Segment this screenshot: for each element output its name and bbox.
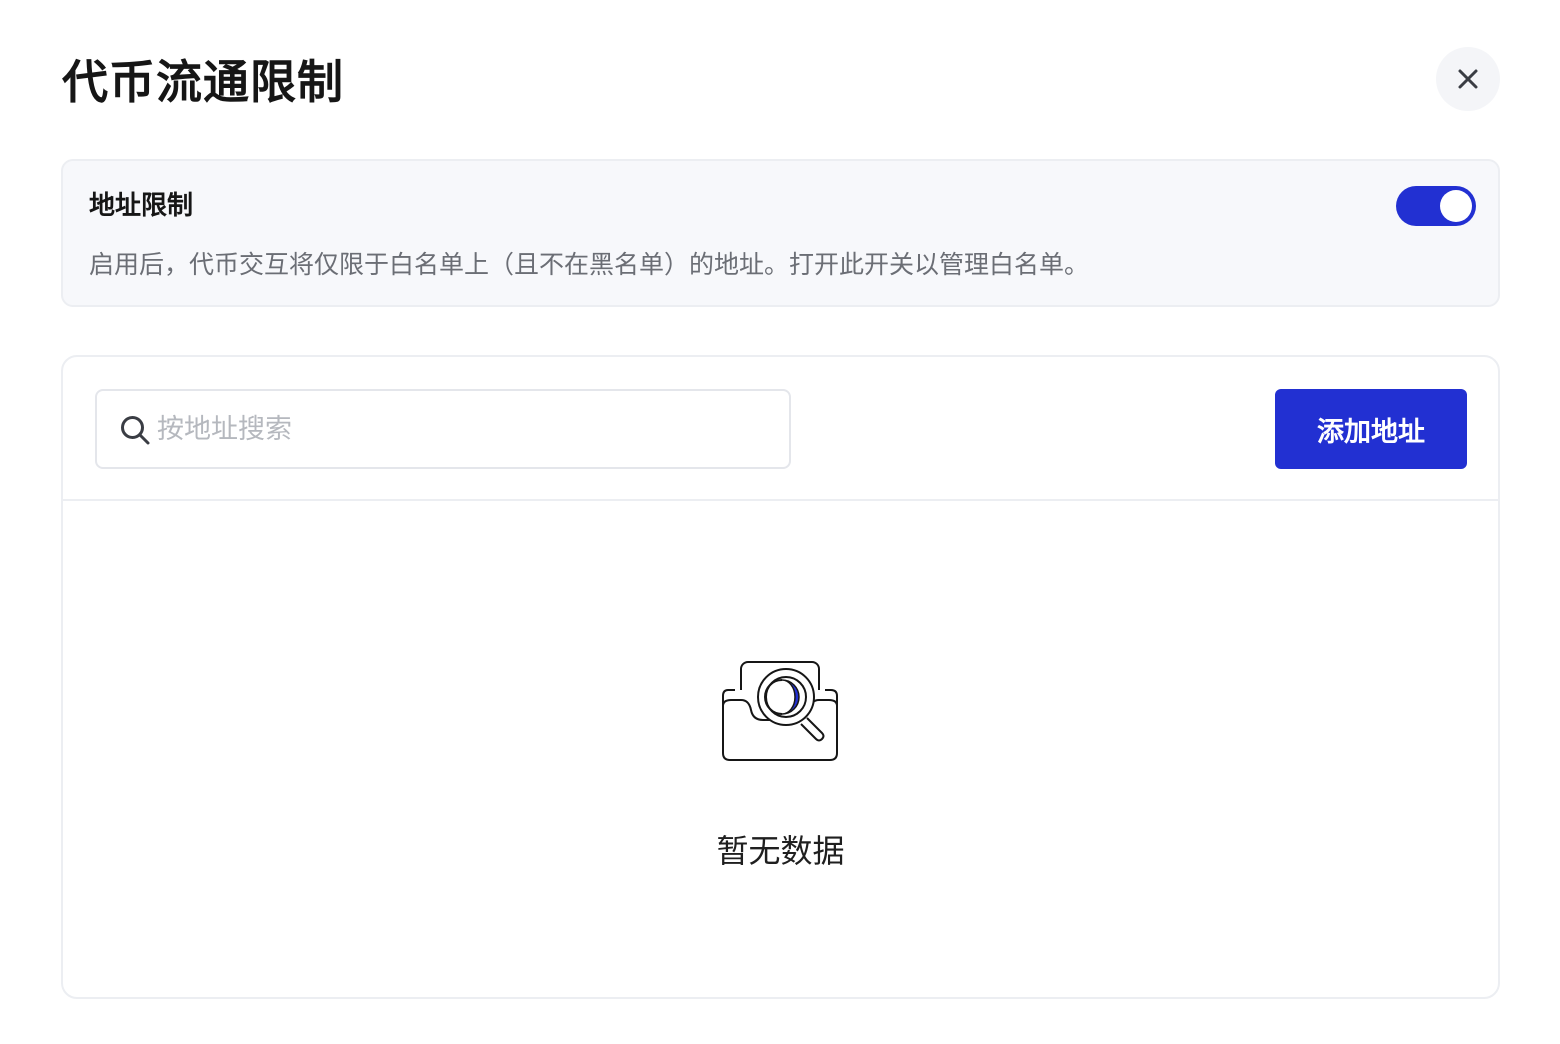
add-address-button[interactable]: 添加地址 [1275,389,1467,469]
search-input[interactable] [157,391,757,467]
empty-state: 暂无数据 [63,501,1498,997]
whitelist-card: 添加地址 暂无数据 [61,355,1500,999]
modal-header: 代币流通限制 [62,48,344,110]
search-box[interactable] [95,389,791,469]
close-icon [1458,69,1478,89]
address-restriction-toggle[interactable] [1396,186,1476,226]
close-button[interactable] [1436,47,1500,111]
token-restriction-modal: 代币流通限制 地址限制 启用后，代币交互将仅限于白名单上（且不在黑名单）的地址。… [0,0,1560,1044]
address-restriction-card: 地址限制 启用后，代币交互将仅限于白名单上（且不在黑名单）的地址。打开此开关以管… [61,159,1500,307]
search-icon [121,416,150,445]
modal-title: 代币流通限制 [62,55,344,109]
address-restriction-description: 启用后，代币交互将仅限于白名单上（且不在黑名单）的地址。打开此开关以管理白名单。 [89,250,1090,279]
whitelist-toolbar: 添加地址 [63,357,1498,501]
empty-box-magnifier-icon [722,661,838,761]
address-restriction-title: 地址限制 [89,191,194,221]
toggle-knob [1440,190,1472,222]
empty-state-text: 暂无数据 [716,832,845,870]
